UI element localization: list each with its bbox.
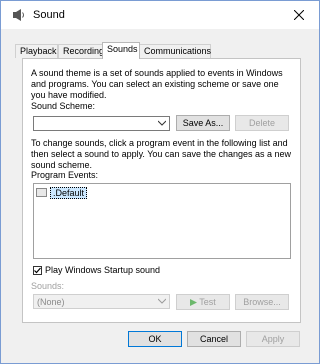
sound-dialog: Sound Playback Recording Sounds Communic… (0, 0, 320, 364)
startup-sound-checkbox[interactable] (33, 265, 42, 275)
close-button[interactable] (279, 1, 319, 29)
program-events-label: Program Events: (31, 170, 99, 180)
browse-button[interactable]: Browse... (235, 294, 289, 310)
chevron-down-icon (158, 298, 166, 304)
sound-scheme-dropdown[interactable] (33, 116, 170, 131)
event-label: .Default (50, 186, 88, 199)
play-icon (190, 298, 198, 306)
program-events-list[interactable]: .Default (33, 183, 291, 259)
change-sounds-text: To change sounds, click a program event … (31, 138, 292, 170)
speaker-event-icon (36, 188, 47, 197)
window-title: Sound (33, 9, 65, 21)
cancel-button[interactable]: Cancel (187, 331, 241, 347)
tab-playback[interactable]: Playback (15, 44, 58, 58)
sound-scheme-label: Sound Scheme: (31, 101, 96, 111)
sounds-dropdown[interactable]: (None) (33, 294, 170, 309)
ok-button[interactable]: OK (128, 331, 182, 347)
delete-button[interactable]: Delete (235, 115, 289, 131)
tab-communications[interactable]: Communications (139, 44, 211, 58)
list-item[interactable]: .Default (36, 186, 88, 199)
sounds-value: (None) (37, 297, 65, 307)
tab-sounds[interactable]: Sounds (102, 42, 140, 59)
tab-recording[interactable]: Recording (58, 44, 104, 58)
test-label: Test (199, 297, 216, 307)
apply-button[interactable]: Apply (246, 331, 300, 347)
chevron-down-icon (158, 120, 166, 126)
startup-sound-row[interactable]: Play Windows Startup sound (33, 265, 160, 275)
test-button[interactable]: Test (176, 294, 230, 310)
startup-sound-label: Play Windows Startup sound (45, 265, 161, 275)
close-icon (294, 10, 304, 20)
speaker-icon (13, 9, 26, 21)
sounds-label: Sounds: (31, 281, 65, 291)
sounds-panel: A sound theme is a set of sounds applied… (22, 58, 301, 323)
title-bar: Sound (1, 1, 319, 29)
intro-text: A sound theme is a set of sounds applied… (31, 68, 283, 100)
save-as-button[interactable]: Save As... (176, 115, 230, 131)
checkmark-icon (34, 267, 41, 273)
